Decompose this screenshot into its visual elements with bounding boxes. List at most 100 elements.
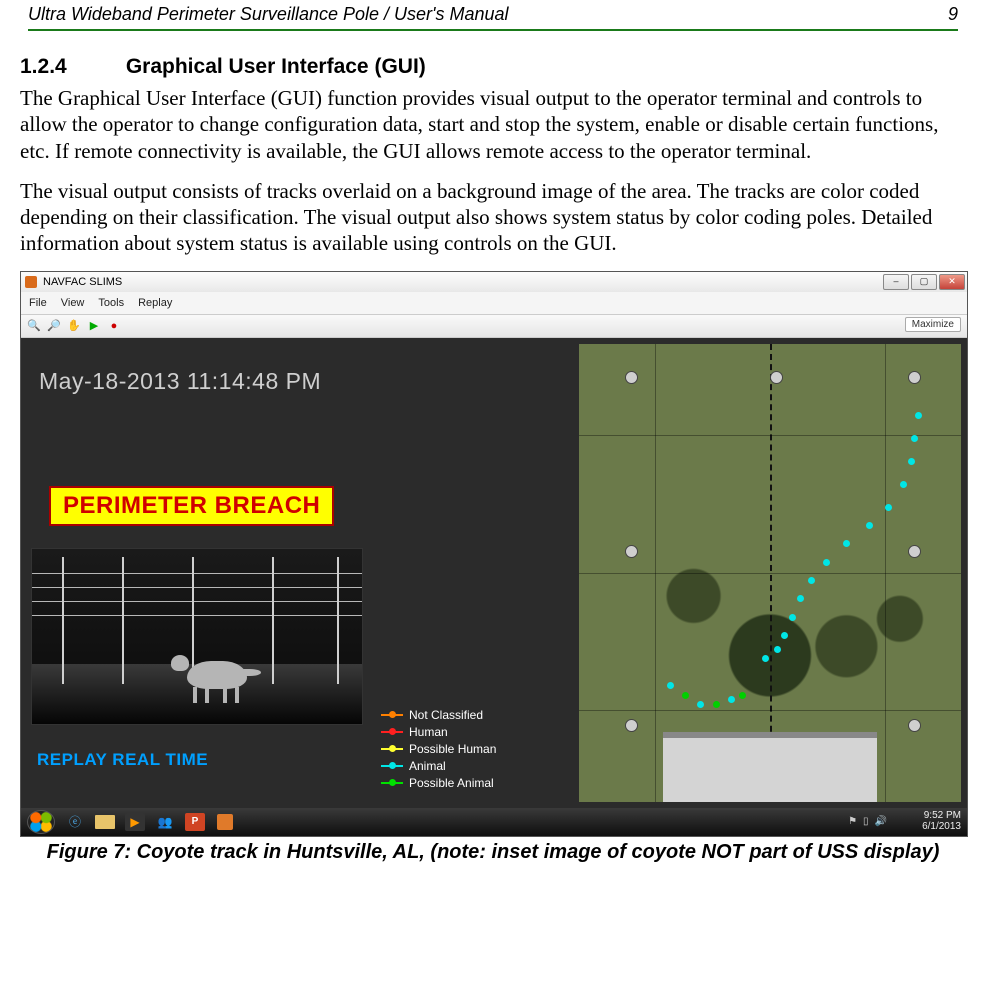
- fence-post: [62, 557, 64, 684]
- paragraph-2: The visual output consists of tracks ove…: [20, 178, 966, 257]
- maximize-badge[interactable]: Maximize: [905, 317, 961, 332]
- pan-icon[interactable]: ✋: [67, 319, 81, 333]
- track-point-icon: [866, 522, 873, 529]
- window-title: NAVFAC SLIMS: [43, 276, 122, 288]
- clock-time: 9:52 PM: [922, 810, 961, 821]
- matlab-icon[interactable]: [215, 813, 235, 831]
- start-button-icon[interactable]: [27, 810, 55, 834]
- figure-caption: Figure 7: Coyote track in Huntsville, AL…: [20, 841, 966, 864]
- window-close-button[interactable]: ✕: [939, 274, 965, 290]
- legend-swatch-icon: [381, 731, 403, 733]
- pole-marker-icon[interactable]: [625, 719, 638, 732]
- track-point-icon: [915, 412, 922, 419]
- fence-post: [192, 557, 194, 684]
- building-icon: [663, 732, 877, 802]
- zoom-in-icon[interactable]: 🔍: [27, 319, 41, 333]
- taskbar-clock[interactable]: 9:52 PM 6/1/2013: [922, 810, 961, 832]
- powerpoint-icon[interactable]: P: [185, 813, 205, 831]
- legend-item-human: Human: [381, 724, 496, 741]
- grid-line: [579, 710, 961, 711]
- track-point-icon: [697, 701, 704, 708]
- track-point-icon: [843, 540, 850, 547]
- pole-marker-icon[interactable]: [908, 371, 921, 384]
- legend-item-possible-human: Possible Human: [381, 741, 496, 758]
- window-minimize-button[interactable]: –: [883, 274, 909, 290]
- track-point-icon: [774, 646, 781, 653]
- track-point-icon: [781, 632, 788, 639]
- section-heading: 1.2.4 Graphical User Interface (GUI): [20, 55, 966, 79]
- pole-marker-icon[interactable]: [770, 371, 783, 384]
- menu-file[interactable]: File: [29, 297, 47, 309]
- pole-marker-icon[interactable]: [908, 719, 921, 732]
- page-number: 9: [948, 4, 958, 25]
- record-icon[interactable]: ●: [107, 319, 121, 333]
- menu-bar: File View Tools Replay: [21, 292, 967, 314]
- taskbar: ⓔ ▶ 👥 P ⚑ ▯ 🔊 9:52 PM 6/1/2013: [21, 808, 967, 836]
- track-point-icon: [808, 577, 815, 584]
- paragraph-1: The Graphical User Interface (GUI) funct…: [20, 85, 966, 164]
- map-canvas[interactable]: May-18-2013 11:14:48 PM PERIMETER BREACH: [21, 338, 967, 808]
- doc-title: Ultra Wideband Perimeter Surveillance Po…: [28, 4, 508, 25]
- legend-label: Possible Human: [409, 742, 496, 756]
- grid-line: [579, 573, 961, 574]
- tray-flag-icon[interactable]: ⚑: [848, 816, 857, 827]
- track-point-icon: [900, 481, 907, 488]
- track-point-icon: [739, 692, 746, 699]
- page-header: Ultra Wideband Perimeter Surveillance Po…: [20, 0, 966, 29]
- legend-swatch-icon: [381, 748, 403, 750]
- fence-wire: [32, 573, 362, 574]
- track-point-icon: [728, 696, 735, 703]
- zoom-out-icon[interactable]: 🔎: [47, 319, 61, 333]
- legend-label: Not Classified: [409, 708, 483, 722]
- aerial-view[interactable]: [578, 344, 961, 802]
- legend-label: Animal: [409, 759, 446, 773]
- pole-marker-icon[interactable]: [908, 545, 921, 558]
- tray-network-icon[interactable]: ▯: [863, 816, 869, 827]
- play-icon[interactable]: ▶: [87, 319, 101, 333]
- fence-wire: [32, 601, 362, 602]
- fence-post: [122, 557, 124, 684]
- track-point-icon: [713, 701, 720, 708]
- pole-marker-icon[interactable]: [625, 545, 638, 558]
- track-point-icon: [682, 692, 689, 699]
- people-icon[interactable]: 👥: [155, 813, 175, 831]
- tray-volume-icon[interactable]: 🔊: [875, 816, 887, 827]
- track-point-icon: [762, 655, 769, 662]
- ie-icon[interactable]: ⓔ: [65, 813, 85, 831]
- fence-post: [337, 557, 339, 684]
- section-title: Graphical User Interface (GUI): [126, 55, 426, 78]
- legend: Not Classified Human Possible Human Anim…: [381, 707, 496, 792]
- camera-inset: [31, 548, 363, 725]
- legend-item-animal: Animal: [381, 758, 496, 775]
- app-icon: [25, 276, 37, 288]
- track-point-icon: [885, 504, 892, 511]
- legend-swatch-icon: [381, 782, 403, 784]
- legend-swatch-icon: [381, 765, 403, 767]
- track-point-icon: [823, 559, 830, 566]
- legend-swatch-icon: [381, 714, 403, 716]
- track-point-icon: [908, 458, 915, 465]
- perimeter-breach-alert: PERIMETER BREACH: [49, 486, 334, 526]
- pole-marker-icon[interactable]: [625, 371, 638, 384]
- toolbar: 🔍 🔎 ✋ ▶ ● Maximize: [21, 314, 967, 338]
- timestamp: May-18-2013 11:14:48 PM: [39, 368, 321, 395]
- window-maximize-button[interactable]: ▢: [911, 274, 937, 290]
- menu-view[interactable]: View: [61, 297, 85, 309]
- gui-window: NAVFAC SLIMS – ▢ ✕ File View Tools Repla…: [20, 271, 968, 837]
- legend-item-not-classified: Not Classified: [381, 707, 496, 724]
- explorer-icon[interactable]: [95, 813, 115, 831]
- legend-item-possible-animal: Possible Animal: [381, 775, 496, 792]
- media-player-icon[interactable]: ▶: [125, 813, 145, 831]
- fence-wire: [32, 615, 362, 616]
- replay-mode-label: REPLAY REAL TIME: [37, 750, 208, 770]
- track-point-icon: [797, 595, 804, 602]
- menu-tools[interactable]: Tools: [98, 297, 124, 309]
- window-titlebar[interactable]: NAVFAC SLIMS – ▢ ✕: [21, 272, 967, 292]
- track-point-icon: [667, 682, 674, 689]
- header-rule: [28, 29, 958, 31]
- coyote-icon: [187, 661, 247, 689]
- clock-date: 6/1/2013: [922, 821, 961, 832]
- menu-replay[interactable]: Replay: [138, 297, 172, 309]
- track-point-icon: [911, 435, 918, 442]
- system-tray[interactable]: ⚑ ▯ 🔊: [848, 816, 887, 827]
